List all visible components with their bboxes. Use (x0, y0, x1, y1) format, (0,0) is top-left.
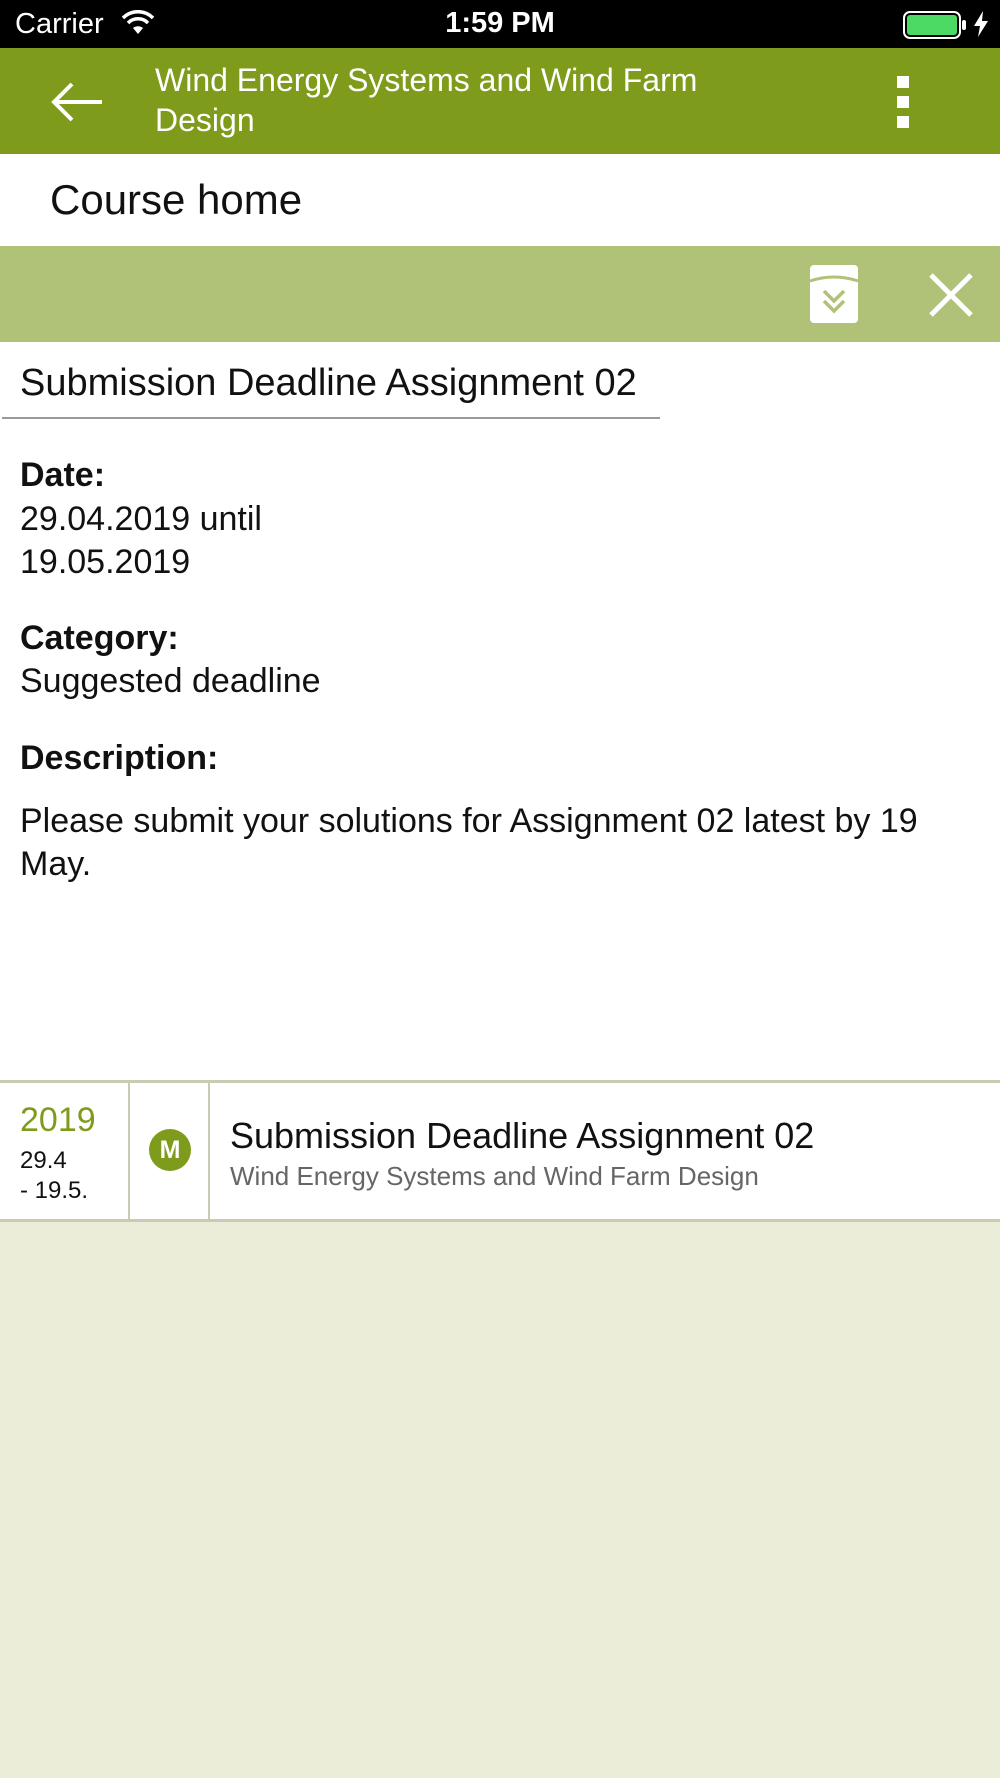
list-item-title: Submission Deadline Assignment 02 (230, 1115, 815, 1156)
description-text: Please submit your solutions for Assignm… (20, 802, 918, 883)
battery-icon (903, 11, 967, 44)
event-title: Submission Deadline Assignment 02 (2, 362, 660, 419)
badge-column: M (130, 1083, 210, 1219)
arrow-left-icon[interactable] (50, 81, 106, 123)
description-label: Description: (20, 739, 219, 777)
status-badge: M (149, 1129, 191, 1171)
more-vertical-icon[interactable] (880, 70, 928, 134)
event-detail: Submission Deadline Assignment 02 Date: … (0, 342, 1000, 1080)
status-bar: Carrier 1:59 PM (0, 0, 1000, 48)
course-home-bar[interactable]: Course home (0, 154, 1000, 246)
course-title: Wind Energy Systems and Wind Farm Design (155, 62, 698, 138)
app-bar: Wind Energy Systems and Wind Farm Design (0, 48, 1000, 154)
event-range-end: - 19.5. (20, 1177, 89, 1204)
date-start: 29.04.2019 until (20, 500, 262, 538)
event-range-start: 29.4 (20, 1147, 67, 1174)
date-end: 19.05.2019 (20, 543, 191, 581)
list-item[interactable]: 2019 29.4 - 19.5. M Submission Deadline … (0, 1080, 1000, 1222)
list-item-subtitle: Wind Energy Systems and Wind Farm Design (230, 1161, 759, 1191)
date-column: 2019 29.4 - 19.5. (0, 1083, 130, 1219)
category-value: Suggested deadline (20, 662, 321, 700)
charging-bolt-icon (972, 10, 990, 43)
event-year: 2019 (20, 1101, 96, 1139)
calendar-export-icon[interactable] (808, 263, 860, 325)
course-home-link[interactable]: Course home (50, 176, 302, 224)
category-label: Category: (20, 619, 179, 657)
clock: 1:59 PM (445, 7, 555, 39)
close-icon[interactable] (925, 269, 977, 321)
event-toolbar (0, 246, 1000, 342)
date-label: Date: (20, 456, 106, 494)
